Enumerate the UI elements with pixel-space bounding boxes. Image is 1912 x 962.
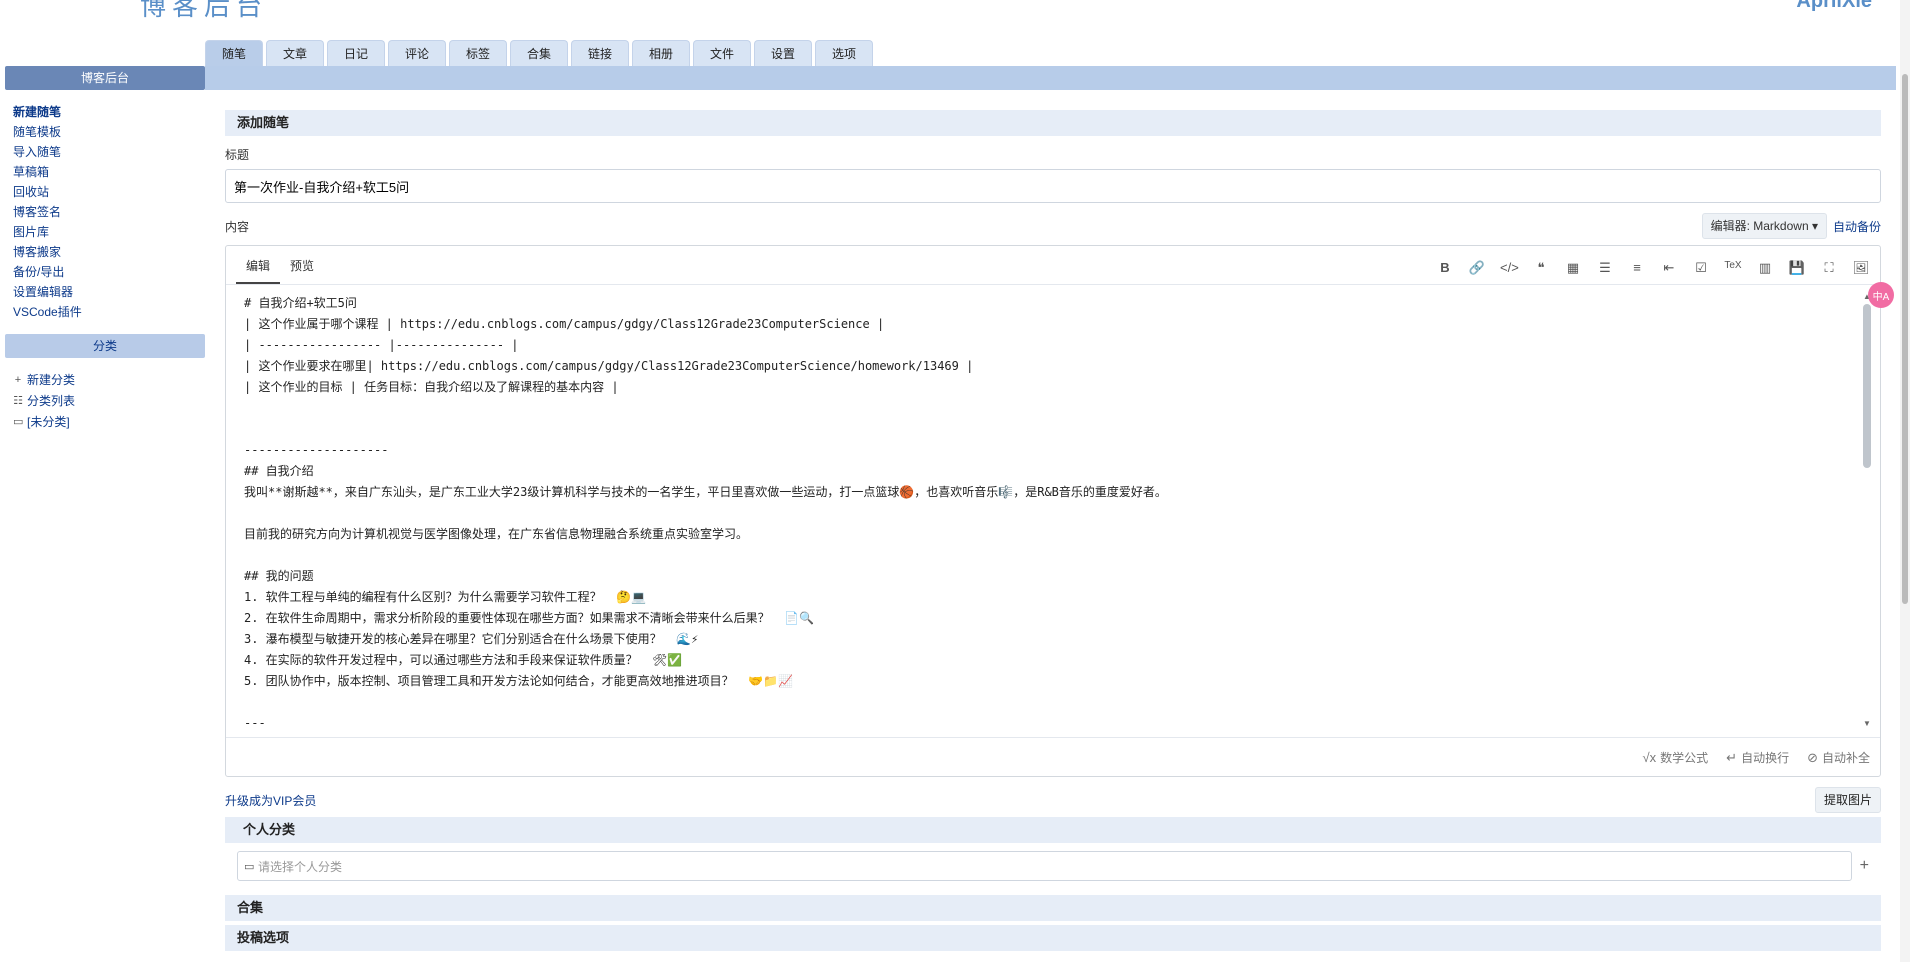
outdent-icon[interactable]: ⇤: [1660, 260, 1678, 276]
autocomplete-toggle[interactable]: ⊘ 自动补全: [1807, 749, 1870, 766]
sidebar-menu: 新建随笔 随笔模板 导入随笔 草稿箱 回收站 博客签名 图片库 博客搬家 备份/…: [5, 90, 205, 326]
fullscreen-icon[interactable]: ⛶: [1820, 260, 1838, 276]
word-wrap-toggle[interactable]: ↵ 自动换行: [1726, 749, 1789, 766]
category-uncategorized-label: [未分类]: [27, 415, 70, 429]
site-logo: 博客后台: [140, 0, 269, 21]
sidebar-item-templates[interactable]: 随笔模板: [13, 122, 205, 142]
editor-scroll-thumb[interactable]: [1863, 304, 1871, 468]
sidebar-item-import[interactable]: 导入随笔: [13, 142, 205, 162]
page-scroll-thumb[interactable]: [1902, 74, 1908, 604]
translate-icon[interactable]: 中A: [1868, 282, 1894, 308]
autocomplete-off-icon: ⊘: [1807, 749, 1818, 765]
wrap-icon: ↵: [1726, 749, 1738, 765]
tab-articles[interactable]: 文章: [266, 40, 324, 66]
vip-link[interactable]: 升级成为VIP会员: [225, 792, 316, 809]
content-label: 内容: [225, 219, 250, 234]
personal-category-input[interactable]: ▭ 请选择个人分类: [237, 851, 1852, 881]
scroll-down-icon[interactable]: ▼: [1862, 719, 1872, 728]
editor-tabs: 编辑 预览: [226, 249, 324, 284]
table-icon[interactable]: ▦: [1564, 260, 1582, 276]
bold-icon[interactable]: B: [1436, 260, 1454, 276]
category-new-label: 新建分类: [27, 373, 76, 387]
add-post-title: 添加随笔: [225, 110, 1881, 136]
content-header: 内容 编辑器: Markdown ▾ 自动备份: [225, 213, 1881, 239]
editor-textarea[interactable]: # 自我介绍+软工5问 | 这个作业属于哪个课程 | https://edu.c…: [226, 285, 1880, 736]
link-icon[interactable]: 🔗: [1468, 260, 1486, 276]
tab-links[interactable]: 链接: [571, 40, 629, 66]
editor-select[interactable]: 编辑器: Markdown ▾: [1701, 213, 1827, 239]
tab-files[interactable]: 文件: [693, 40, 751, 66]
category-menu: + 新建分类 ☷ 分类列表 ▭ [未分类]: [5, 358, 205, 433]
tex-icon[interactable]: TeX: [1724, 260, 1742, 276]
sidebar-title: 博客后台: [5, 66, 205, 90]
category-title: 分类: [5, 334, 205, 358]
category-new[interactable]: + 新建分类: [13, 370, 205, 391]
extract-images-button[interactable]: 提取图片: [1814, 787, 1881, 813]
tab-posts[interactable]: 随笔: [205, 40, 263, 66]
quote-icon[interactable]: ❝: [1532, 260, 1550, 276]
word-wrap-label: 自动换行: [1741, 750, 1790, 765]
user-name[interactable]: AprilXie: [1796, 0, 1872, 13]
markdown-editor: 编辑 预览 B 🔗 </> ❝ ▦ ☰ ≡ ⇤ ☑ TeX ▥ 💾 ⛶ 🖼 # …: [225, 245, 1881, 777]
code-icon[interactable]: </>: [1500, 260, 1519, 276]
math-formula-label: 数学公式: [1660, 750, 1709, 765]
sidebar-item-image-library[interactable]: 图片库: [13, 222, 205, 242]
sidebar-item-vscode[interactable]: VSCode插件: [13, 302, 205, 322]
math-formula-toggle[interactable]: √x 数学公式: [1643, 749, 1709, 766]
editor-scrollbar[interactable]: ▲ ▼: [1862, 292, 1872, 728]
plus-icon: +: [14, 374, 22, 386]
list-icon: ☷: [13, 395, 23, 407]
collection-title[interactable]: 合集: [225, 895, 1881, 921]
personal-category-placeholder: 请选择个人分类: [258, 859, 343, 874]
tab-bar-underline: [205, 66, 1896, 90]
main-content: 添加随笔 标题 内容 编辑器: Markdown ▾ 自动备份 编辑 预览 B …: [225, 110, 1881, 951]
unordered-list-icon[interactable]: ☰: [1596, 260, 1614, 276]
editor-tab-edit[interactable]: 编辑: [236, 249, 281, 284]
category-list[interactable]: ☷ 分类列表: [13, 391, 205, 412]
folder-icon: ▭: [244, 860, 255, 873]
add-category-icon[interactable]: +: [1860, 857, 1869, 875]
tab-options[interactable]: 选项: [815, 40, 873, 66]
editor-controls: 编辑器: Markdown ▾ 自动备份: [1701, 213, 1881, 239]
tab-collections[interactable]: 合集: [510, 40, 568, 66]
category-uncategorized[interactable]: ▭ [未分类]: [13, 412, 205, 433]
autosave-link[interactable]: 自动备份: [1833, 218, 1881, 235]
category-list-label: 分类列表: [27, 394, 76, 408]
sidebar: 博客后台 新建随笔 随笔模板 导入随笔 草稿箱 回收站 博客签名 图片库 博客搬…: [5, 66, 205, 433]
sidebar-item-recycle-bin[interactable]: 回收站: [13, 182, 205, 202]
editor-below-row: 升级成为VIP会员 提取图片: [225, 787, 1881, 813]
sidebar-item-drafts[interactable]: 草稿箱: [13, 162, 205, 182]
editor-header: 编辑 预览 B 🔗 </> ❝ ▦ ☰ ≡ ⇤ ☑ TeX ▥ 💾 ⛶ 🖼: [226, 246, 1880, 285]
submit-options-title[interactable]: 投稿选项: [225, 925, 1881, 951]
main-tabs: 随笔 文章 日记 评论 标签 合集 链接 相册 文件 设置 选项: [205, 40, 873, 66]
sidebar-item-editor-settings[interactable]: 设置编辑器: [13, 282, 205, 302]
personal-category-section: 个人分类 ▭ 请选择个人分类 +: [225, 817, 1881, 881]
sidebar-item-backup[interactable]: 备份/导出: [13, 262, 205, 282]
sidebar-item-migrate[interactable]: 博客搬家: [13, 242, 205, 262]
editor-footer: √x 数学公式 ↵ 自动换行 ⊘ 自动补全: [226, 737, 1880, 776]
sidebar-item-signature[interactable]: 博客签名: [13, 202, 205, 222]
sidebar-item-new-post[interactable]: 新建随笔: [13, 102, 205, 122]
checkbox-icon[interactable]: ☑: [1692, 260, 1710, 276]
editor-tab-preview[interactable]: 预览: [280, 249, 324, 284]
title-input[interactable]: [225, 169, 1881, 203]
sqrt-icon: √x: [1642, 749, 1657, 765]
split-view-icon[interactable]: ▥: [1756, 260, 1774, 276]
tab-diary[interactable]: 日记: [327, 40, 385, 66]
personal-category-title[interactable]: 个人分类: [225, 817, 1881, 843]
tab-comments[interactable]: 评论: [388, 40, 446, 66]
tab-albums[interactable]: 相册: [632, 40, 690, 66]
page-scrollbar[interactable]: [1900, 0, 1910, 962]
editor-toolbar: B 🔗 </> ❝ ▦ ☰ ≡ ⇤ ☑ TeX ▥ 💾 ⛶ 🖼: [1436, 260, 1880, 284]
tab-settings[interactable]: 设置: [754, 40, 812, 66]
title-label: 标题: [225, 148, 250, 162]
tab-tags[interactable]: 标签: [449, 40, 507, 66]
image-icon[interactable]: 🖼: [1852, 260, 1870, 276]
save-icon[interactable]: 💾: [1788, 260, 1806, 276]
ordered-list-icon[interactable]: ≡: [1628, 260, 1646, 276]
folder-icon: ▭: [13, 416, 24, 428]
autocomplete-label: 自动补全: [1821, 750, 1870, 765]
